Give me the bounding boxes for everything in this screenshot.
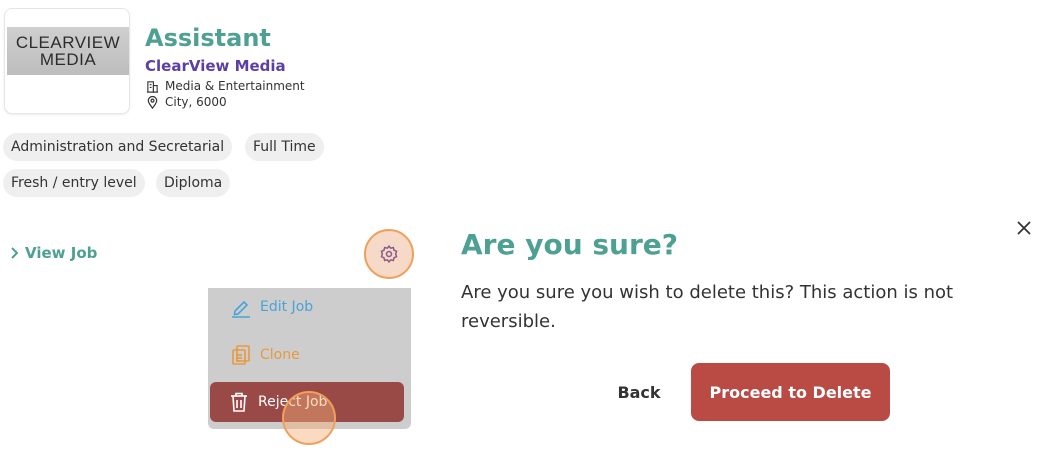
company-logo: CLEARVIEW MEDIA [7,27,129,75]
job-actions-gear-button[interactable] [364,229,414,279]
industry-line: Media & Entertainment [146,79,305,93]
proceed-to-delete-button[interactable]: Proceed to Delete [691,363,890,421]
tag-experience: Fresh / entry level [3,169,145,197]
back-button[interactable]: Back [604,372,674,412]
view-job-label: View Job [25,244,98,262]
click-indicator [282,391,336,445]
tag-education: Diploma [156,169,231,197]
modal-message: Are you sure you wish to delete this? Th… [461,282,954,332]
location-line: City, 6000 [146,95,227,109]
tag-category: Administration and Secretarial [3,133,233,161]
modal-title: Are you sure? [461,228,679,261]
chevron-right-icon [11,247,19,259]
close-icon [1017,221,1031,235]
tag-employment-type: Full Time [245,133,324,161]
menu-item-clone[interactable]: Clone [230,344,300,366]
building-icon [146,80,159,93]
trash-icon [231,392,247,412]
menu-item-edit-label: Edit Job [260,299,314,315]
copy-icon [232,345,250,365]
location-text: City, 6000 [165,95,227,109]
location-pin-icon [147,95,158,109]
logo-line-2: MEDIA [39,50,97,69]
logo-line-1: CLEARVIEW [15,33,121,52]
job-title: Assistant [145,24,271,52]
view-job-link[interactable]: View Job [10,244,97,262]
menu-item-clone-label: Clone [260,347,300,363]
company-name[interactable]: ClearView Media [145,57,286,75]
company-logo-card: CLEARVIEW MEDIA [4,8,130,114]
industry-text: Media & Entertainment [165,79,305,93]
close-modal-button[interactable] [1014,218,1034,238]
gear-icon [380,244,398,264]
pencil-icon [232,300,250,318]
menu-item-edit-job[interactable]: Edit Job [230,296,313,318]
